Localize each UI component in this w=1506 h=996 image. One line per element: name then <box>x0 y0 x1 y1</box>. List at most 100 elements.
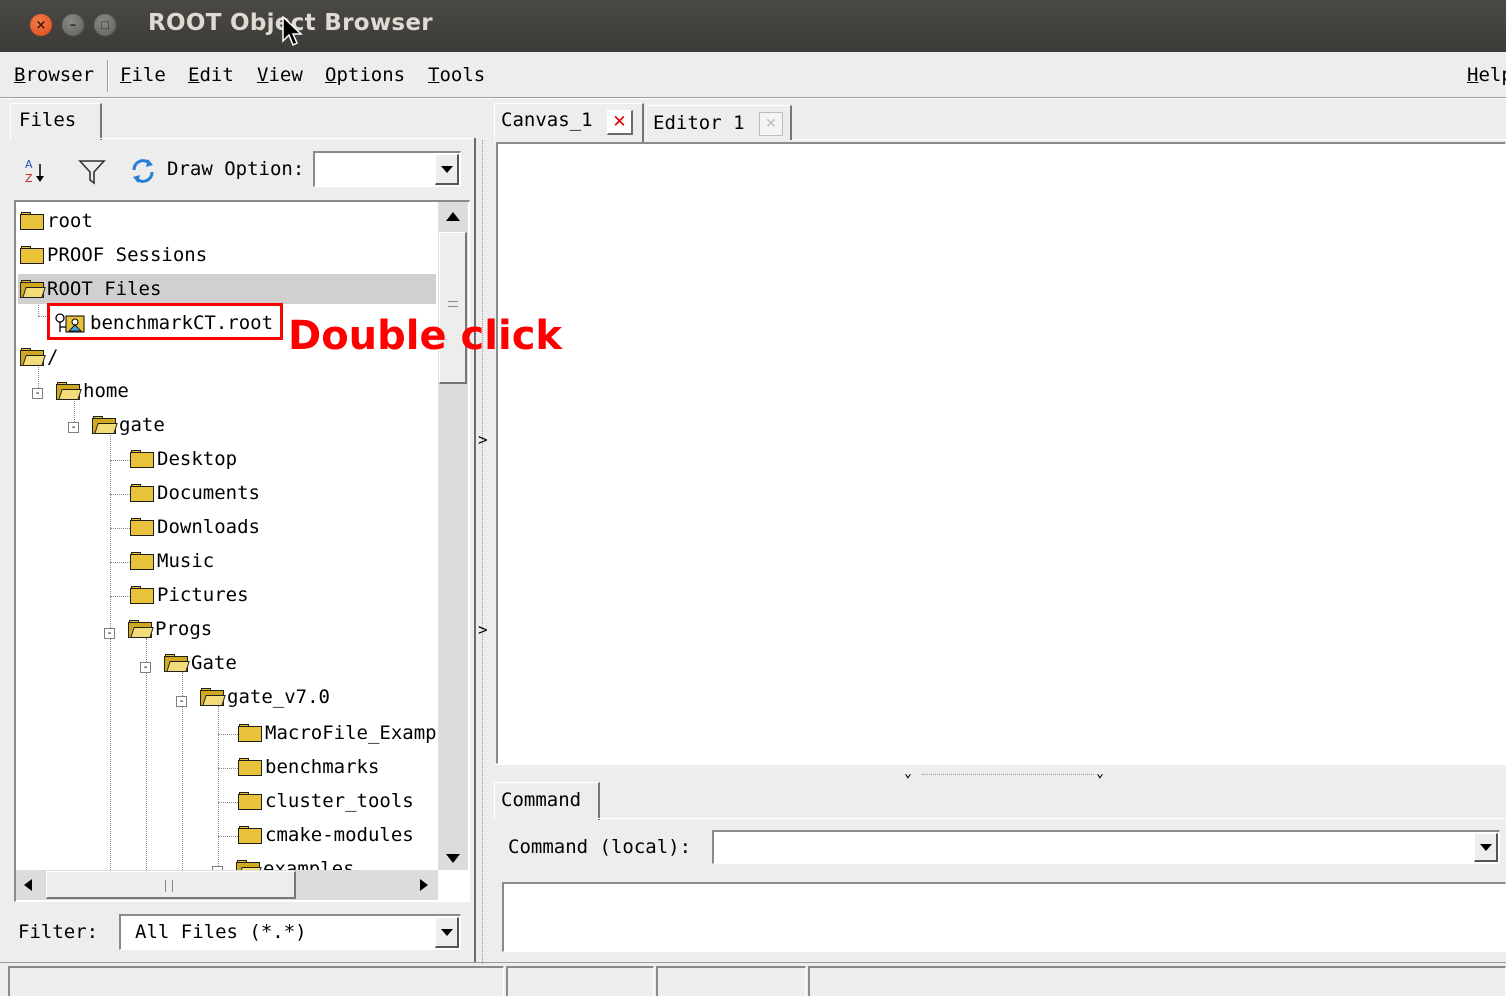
tree-item-label: home <box>83 380 129 402</box>
folder-icon <box>130 586 154 604</box>
tree-item-benchmarks[interactable]: benchmarks <box>238 752 379 782</box>
draw-option-combobox[interactable] <box>313 151 461 187</box>
menu-browser[interactable]: Browser <box>14 64 94 86</box>
scroll-up-icon[interactable] <box>446 212 460 221</box>
tree-item-pictures[interactable]: Pictures <box>130 580 249 610</box>
folder-icon <box>238 724 262 742</box>
menu-edit[interactable]: Edit <box>188 64 234 86</box>
command-output[interactable] <box>502 882 1506 952</box>
status-cell-4 <box>808 966 1506 996</box>
tab-underline <box>598 818 1506 819</box>
filter-combobox[interactable]: All Files (*.*) <box>119 914 461 950</box>
tree-item-label: Documents <box>157 482 260 504</box>
tree-item-label: Music <box>157 550 215 572</box>
tree-item-desktop[interactable]: Desktop <box>130 444 237 474</box>
splitter-arrow-icon[interactable]: > <box>478 430 488 449</box>
tree-item-cluster-tools[interactable]: cluster_tools <box>238 786 414 816</box>
tree-item-label: root <box>47 210 93 232</box>
command-input[interactable] <box>712 830 1500 864</box>
tree-item-macrofile[interactable]: MacroFile_Examp <box>238 718 437 748</box>
tree-line <box>110 528 130 529</box>
title-bar[interactable]: × – □ ROOT Object Browser <box>0 0 1506 52</box>
tree-collapse-toggle[interactable]: - <box>68 421 79 433</box>
tree-collapse-toggle[interactable]: - <box>176 695 187 707</box>
status-divider <box>0 962 1506 963</box>
tab-underline <box>100 138 476 139</box>
tree-item-root[interactable]: root <box>20 206 93 236</box>
canvas-1[interactable] <box>496 142 1506 764</box>
scroll-down-icon[interactable] <box>446 854 460 863</box>
close-tab-button[interactable]: ✕ <box>607 110 633 135</box>
tab-editor-1[interactable]: Editor 1 ✕ <box>646 105 792 140</box>
splitter-arrow-icon[interactable]: > <box>478 620 488 639</box>
tree-horizontal-scrollbar[interactable] <box>16 870 438 900</box>
scroll-right-icon[interactable] <box>420 879 428 891</box>
tab-command-label: Command <box>501 789 582 811</box>
tree-item-label: / <box>47 346 59 368</box>
tree-item-downloads[interactable]: Downloads <box>130 512 260 542</box>
splitter-down-icon[interactable]: ⌄ <box>1096 766 1104 781</box>
menu-divider <box>0 97 1506 99</box>
horizontal-splitter[interactable] <box>494 764 1506 765</box>
menu-file[interactable]: File <box>120 64 166 86</box>
tree-item-music[interactable]: Music <box>130 546 214 576</box>
menu-tools[interactable]: Tools <box>428 64 485 86</box>
close-tab-button-disabled[interactable]: ✕ <box>759 112 783 136</box>
scroll-left-icon[interactable] <box>24 879 32 891</box>
splitter-down-icon[interactable]: ⌄ <box>904 766 912 781</box>
status-cell-2 <box>506 966 654 996</box>
draw-option-dropdown-button[interactable] <box>435 154 459 185</box>
tab-editor-1-label: Editor 1 <box>653 112 745 134</box>
draw-option-label: Draw Option: <box>167 158 305 180</box>
tab-files-label: Files <box>19 109 77 131</box>
tree-item-root-files[interactable]: ROOT Files <box>18 274 436 304</box>
tree-item-documents[interactable]: Documents <box>130 478 260 508</box>
window-close-button[interactable]: × <box>30 14 52 36</box>
sort-az-icon[interactable]: A Z <box>24 156 46 186</box>
filter-funnel-icon[interactable] <box>78 158 106 186</box>
menu-view[interactable]: View <box>257 64 303 86</box>
folder-open-icon <box>56 382 82 400</box>
tree-item-proof-sessions[interactable]: PROOF Sessions <box>20 240 207 270</box>
tree-collapse-toggle[interactable]: - <box>140 661 151 673</box>
tree-item-cmake-modules[interactable]: cmake-modules <box>238 820 414 850</box>
tree-item-gate-dir[interactable]: Gate <box>164 648 237 678</box>
chevron-down-icon <box>440 928 453 936</box>
tab-files[interactable]: Files <box>10 103 102 140</box>
window-minimize-button[interactable]: – <box>62 14 84 36</box>
menu-help[interactable]: Help <box>1467 64 1506 86</box>
tab-canvas-1[interactable]: Canvas_1 ✕ <box>494 103 644 142</box>
folder-open-icon <box>92 416 118 434</box>
refresh-icon[interactable] <box>128 156 158 186</box>
tree-item-label: cluster_tools <box>265 790 414 812</box>
folder-icon <box>130 450 154 468</box>
tree-item-label: Downloads <box>157 516 260 538</box>
tree-item-home[interactable]: home <box>56 376 129 406</box>
window-maximize-button[interactable]: □ <box>94 14 116 36</box>
tree-line <box>110 432 111 901</box>
folder-icon <box>20 212 44 230</box>
folder-open-icon <box>164 654 190 672</box>
tree-vertical-scrollbar[interactable] <box>438 202 468 870</box>
minimize-icon: – <box>69 17 77 33</box>
status-cell-3 <box>656 966 806 996</box>
vertical-splitter[interactable] <box>482 140 483 964</box>
tree-item-gate[interactable]: gate <box>92 410 165 440</box>
folder-open-icon <box>200 688 226 706</box>
tree-item-gate-v7[interactable]: gate_v7.0 <box>200 682 330 712</box>
tree-item-slash[interactable]: / <box>20 342 58 372</box>
filter-value: All Files (*.*) <box>135 921 307 943</box>
tab-command[interactable]: Command <box>494 782 600 820</box>
folder-icon <box>238 826 262 844</box>
tree-item-progs[interactable]: Progs <box>128 614 212 644</box>
tree-collapse-toggle[interactable]: - <box>104 627 115 639</box>
command-dropdown-button[interactable] <box>1474 833 1498 862</box>
tree-item-label: Gate <box>191 652 237 674</box>
folder-open-icon <box>128 620 154 638</box>
filter-dropdown-button[interactable] <box>435 917 459 948</box>
tree-item-label: benchmarks <box>265 756 380 778</box>
tree-collapse-toggle[interactable]: - <box>32 387 43 399</box>
menu-options[interactable]: Options <box>325 64 405 86</box>
scrollbar-thumb[interactable] <box>46 871 296 899</box>
tree-item-label: ROOT Files <box>47 278 162 300</box>
